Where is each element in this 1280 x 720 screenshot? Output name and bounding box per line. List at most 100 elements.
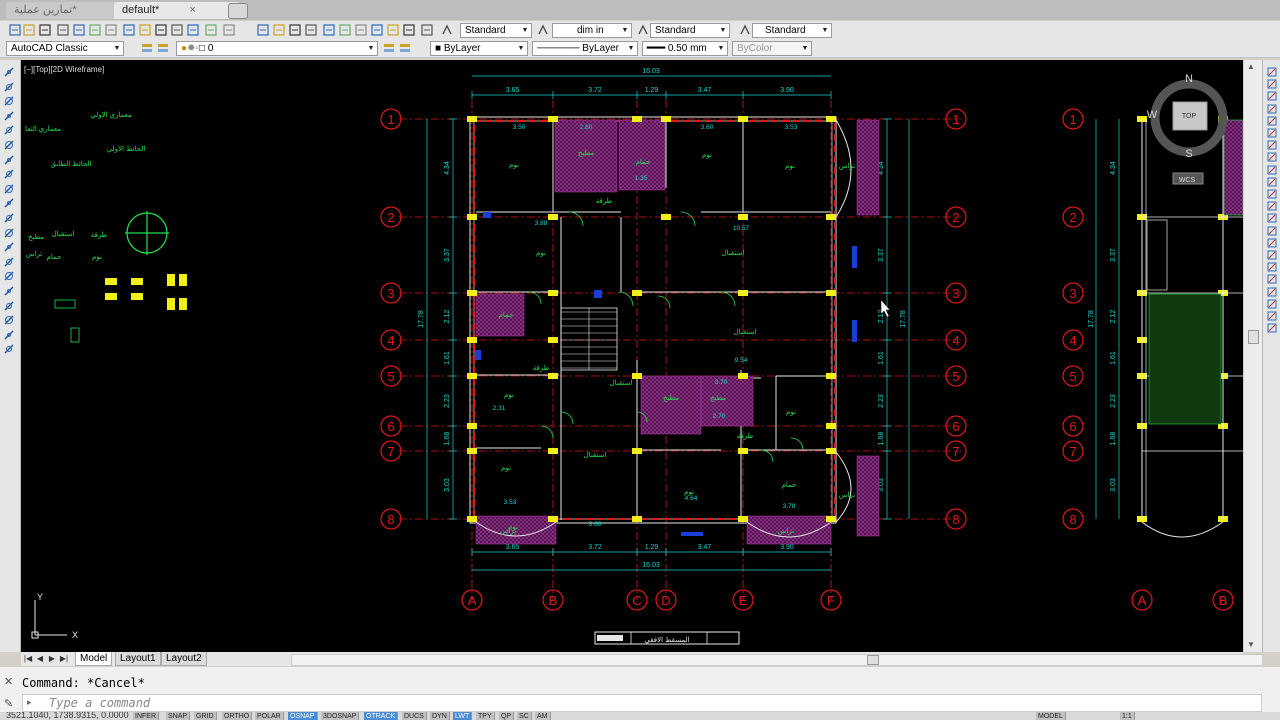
- vertical-scrollbar[interactable]: ▲ ▼: [1243, 60, 1262, 652]
- polyline-icon[interactable]: [3, 95, 15, 107]
- array-icon[interactable]: [1266, 115, 1278, 127]
- pan-icon[interactable]: [256, 23, 270, 37]
- table-icon[interactable]: [3, 314, 15, 326]
- new-icon[interactable]: [8, 23, 22, 37]
- mirror-icon[interactable]: [1266, 90, 1278, 102]
- layer-previous-icon[interactable]: [398, 41, 412, 55]
- plotstyle-select[interactable]: ByColor ▼: [732, 41, 812, 56]
- status-toggle-tpy[interactable]: TPY: [476, 712, 495, 720]
- move-icon[interactable]: [1266, 127, 1278, 139]
- plot-icon[interactable]: [56, 23, 70, 37]
- status-toggle-am[interactable]: AM: [535, 712, 551, 720]
- scroll-thumb[interactable]: [867, 655, 879, 665]
- arc-icon[interactable]: [3, 139, 15, 151]
- undo-icon[interactable]: [204, 23, 218, 37]
- line-icon[interactable]: [3, 66, 15, 78]
- trim-icon[interactable]: [1266, 176, 1278, 188]
- properties-icon[interactable]: [322, 23, 336, 37]
- properties-panel-icon[interactable]: [1266, 298, 1278, 310]
- status-toggle-ducs[interactable]: DUCS: [402, 712, 427, 720]
- rotate-icon[interactable]: [1266, 139, 1278, 151]
- status-toggle-qp[interactable]: QP: [499, 712, 515, 720]
- table-style-icon[interactable]: [636, 23, 650, 37]
- preview-icon[interactable]: [72, 23, 86, 37]
- break-icon[interactable]: [1266, 212, 1278, 224]
- document-tab-arabic[interactable]: تمارین عملیة*: [6, 2, 126, 19]
- status-toggle-infer[interactable]: INFER: [133, 712, 159, 720]
- dim-style-select[interactable]: dim in ▼: [552, 23, 632, 38]
- tool-palettes-icon[interactable]: [354, 23, 368, 37]
- scroll-up-icon[interactable]: ▲: [1247, 62, 1255, 71]
- publish-icon[interactable]: [88, 23, 102, 37]
- close-tab-icon[interactable]: ×: [189, 4, 195, 16]
- status-toggle-snap[interactable]: SNAP: [166, 712, 191, 720]
- tab-layout1[interactable]: Layout1: [115, 652, 161, 666]
- open-icon[interactable]: [22, 23, 36, 37]
- match-icon[interactable]: [1266, 310, 1278, 322]
- 3d-dwf-icon[interactable]: [104, 23, 118, 37]
- design-center-icon[interactable]: [338, 23, 352, 37]
- multileader-style-icon[interactable]: [738, 23, 752, 37]
- document-tab-default[interactable]: default* ×: [114, 2, 240, 19]
- polygon-icon[interactable]: [3, 110, 15, 122]
- break-point-icon[interactable]: [1266, 200, 1278, 212]
- zoom-window-icon[interactable]: [288, 23, 302, 37]
- region-icon[interactable]: [3, 300, 15, 312]
- scale-icon[interactable]: [1266, 151, 1278, 163]
- circle-icon[interactable]: [3, 154, 15, 166]
- workspace-select[interactable]: AutoCAD Classic ▼: [6, 41, 124, 56]
- chamfer-icon[interactable]: [1266, 237, 1278, 249]
- point-icon[interactable]: [3, 256, 15, 268]
- layer-properties-icon[interactable]: [140, 41, 154, 55]
- add-selected-icon[interactable]: [3, 343, 15, 355]
- block-editor-icon[interactable]: [186, 23, 200, 37]
- redo-icon[interactable]: [222, 23, 236, 37]
- help-icon[interactable]: [420, 23, 434, 37]
- markup-icon[interactable]: [386, 23, 400, 37]
- offset-icon[interactable]: [1266, 103, 1278, 115]
- save-icon[interactable]: [38, 23, 52, 37]
- status-toggle-lwt[interactable]: LWT: [453, 712, 473, 720]
- text-style-select[interactable]: Standard ▼: [460, 23, 532, 38]
- group-icon[interactable]: [1266, 322, 1278, 334]
- sheet-set-icon[interactable]: [370, 23, 384, 37]
- paste-icon[interactable]: [154, 23, 168, 37]
- explode-icon[interactable]: [1266, 261, 1278, 273]
- new-tab-button[interactable]: [228, 3, 248, 19]
- extend-icon[interactable]: [1266, 188, 1278, 200]
- layer-state-icon[interactable]: [156, 41, 170, 55]
- status-toggle-dyn[interactable]: DYN: [430, 712, 450, 720]
- fillet-icon[interactable]: [1266, 249, 1278, 261]
- quickcalc-icon[interactable]: [402, 23, 416, 37]
- join-icon[interactable]: [1266, 225, 1278, 237]
- horizontal-scrollbar[interactable]: [291, 654, 1263, 666]
- erase-icon[interactable]: [1266, 66, 1278, 78]
- copy-object-icon[interactable]: [1266, 78, 1278, 90]
- gradient-icon[interactable]: [3, 285, 15, 297]
- viewport-label[interactable]: [−][Top][2D Wireframe]: [24, 65, 104, 74]
- copy-icon[interactable]: [138, 23, 152, 37]
- match-properties-icon[interactable]: [170, 23, 184, 37]
- insert-block-icon[interactable]: [3, 227, 15, 239]
- layer-icon[interactable]: [1266, 286, 1278, 298]
- hatch-icon[interactable]: [3, 270, 15, 282]
- ellipse-icon[interactable]: [3, 197, 15, 209]
- multileader-style-select[interactable]: Standard ▼: [752, 23, 832, 38]
- zoom-realtime-icon[interactable]: [272, 23, 286, 37]
- status-toggle-3dosnap[interactable]: 3DOSNAP: [321, 712, 360, 720]
- status-toggle-sc[interactable]: SC: [517, 712, 532, 720]
- construction-line-icon[interactable]: [3, 81, 15, 93]
- cut-icon[interactable]: [122, 23, 136, 37]
- revcloud-icon[interactable]: [3, 168, 15, 180]
- status-toggle-polar[interactable]: POLAR: [255, 712, 284, 720]
- draw-order-icon[interactable]: [1266, 273, 1278, 285]
- make-current-icon[interactable]: [382, 41, 396, 55]
- status-toggle-grid[interactable]: GRID: [194, 712, 217, 720]
- make-block-icon[interactable]: [3, 241, 15, 253]
- tab-layout2[interactable]: Layout2: [161, 652, 207, 666]
- tab-model[interactable]: Model: [75, 652, 113, 666]
- wrench-icon[interactable]: ✎: [4, 697, 13, 710]
- prev-layout-icon[interactable]: ◀: [35, 653, 45, 664]
- scroll-thumb[interactable]: [1248, 330, 1259, 344]
- drawing-canvas[interactable]: [−][Top][2D Wireframe] 1 1 1 2 2 2 3 3 3 4 4 4 5 5 5 6 6…: [21, 60, 1243, 652]
